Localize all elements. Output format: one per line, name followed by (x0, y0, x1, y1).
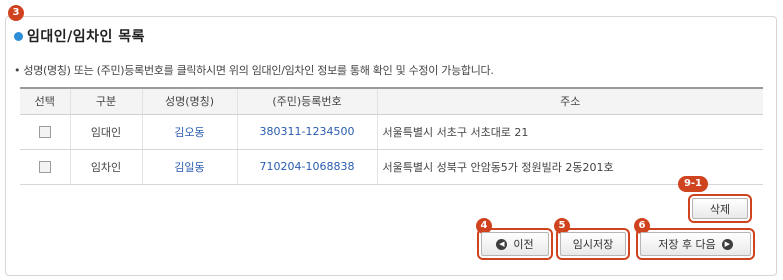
party-table: 선택 구분 성명(명칭) (주민)등록번호 주소 임대인 김오동 380311-… (20, 87, 763, 185)
row-checkbox[interactable] (38, 161, 51, 173)
save-next-button[interactable]: 저장 후 다음 ▶ (636, 228, 755, 260)
table-row: 임대인 김오동 380311-1234500 서울특별시 서초구 서초대로 21 (20, 114, 763, 150)
row-reg-no-link[interactable]: 710204-1068838 (236, 149, 377, 185)
temp-save-button-label: 임시저장 (572, 238, 614, 251)
prev-button-label: 이전 (513, 238, 534, 251)
row-type: 임차인 (69, 149, 142, 185)
circle-left-arrow-icon: ◀ (496, 238, 508, 250)
delete-button[interactable]: 삭제 (688, 194, 752, 223)
col-header-select: 선택 (20, 87, 70, 115)
bullet-icon (14, 31, 23, 41)
table-header-row: 선택 구분 성명(명칭) (주민)등록번호 주소 (20, 87, 763, 115)
col-header-name: 성명(명칭) (141, 87, 237, 115)
col-header-type: 구분 (69, 87, 142, 115)
delete-button-label: 삭제 (709, 202, 731, 216)
table-row: 임차인 김일동 710204-1068838 서울특별시 성북구 안암동5가 정… (20, 149, 763, 185)
notice-text: • 성명(명칭) 또는 (주민)등록번호를 클릭하시면 위의 임대인/임차인 정… (14, 64, 494, 77)
prev-button[interactable]: ◀ 이전 (477, 228, 553, 260)
section-header: 임대인/임차인 목록 (14, 26, 145, 46)
save-next-button-label: 저장 후 다음 (658, 238, 716, 251)
row-checkbox[interactable] (38, 126, 51, 138)
col-header-address: 주소 (376, 87, 763, 115)
row-name-link[interactable]: 김오동 (141, 114, 237, 150)
row-reg-no-link[interactable]: 380311-1234500 (236, 114, 377, 150)
row-address: 서울특별시 서초구 서초대로 21 (376, 114, 763, 150)
section-title: 임대인/임차인 목록 (27, 29, 146, 45)
temp-save-button[interactable]: 임시저장 (556, 228, 630, 260)
step-badge-9-1: 9-1 (678, 176, 708, 192)
circle-right-arrow-icon: ▶ (721, 238, 733, 250)
row-name-link[interactable]: 김일동 (141, 149, 237, 185)
step-badge-3: 3 (8, 5, 24, 21)
row-type: 임대인 (69, 114, 142, 150)
col-header-reg-no: (주민)등록번호 (236, 87, 377, 115)
